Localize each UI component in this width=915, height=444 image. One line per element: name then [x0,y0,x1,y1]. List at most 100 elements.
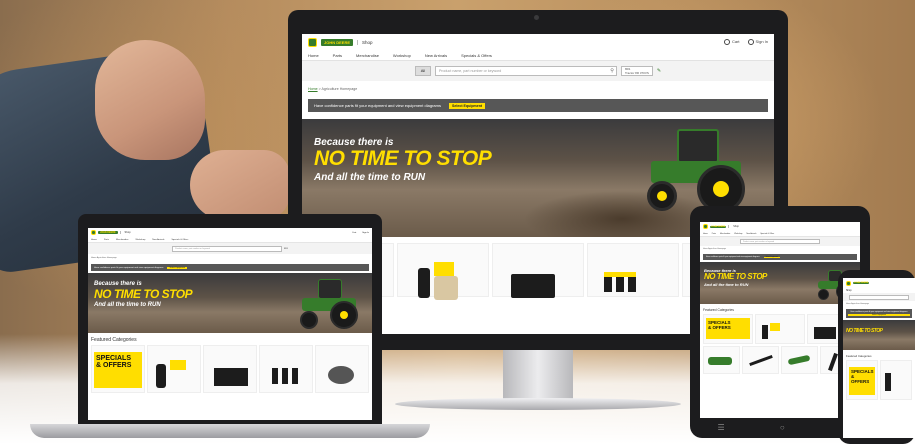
specials-category-card[interactable]: SPECIALS & OFFERS [91,345,145,393]
laptop: JOHN DEERE Shop Cart Sign In Home Parts … [78,214,382,424]
deere-logo-icon[interactable] [703,224,708,229]
home-circle-icon[interactable]: ○ [780,423,785,432]
select-equipment-button[interactable]: Select Equipment [448,102,486,109]
breadcrumb-current: Agriculture Homepage [96,257,117,259]
equipment-selector[interactable]: 8R1 Tractor 8R 370VS [620,66,653,76]
deere-logo-icon[interactable] [91,230,96,235]
search-bar: Product name, part number or keyword 8R1 [88,243,372,254]
website-phone: JOHN DEERE Shop Home Agriculture Homepag… [843,278,915,438]
brand-logo-text[interactable]: JOHN DEERE [321,38,354,46]
category-card[interactable] [315,345,369,393]
featured-categories-row: SPECIALS & OFFERS [88,345,372,393]
nav-item-workshop[interactable]: Workshop [734,233,742,235]
search-input[interactable]: Product name, part number or keyword [740,239,820,244]
nav-item-workshop[interactable]: Workshop [393,53,411,58]
menu-icon[interactable]: ☰ [718,423,725,432]
search-input[interactable]: Product name, part number or keyword ⚲ [434,66,617,76]
specials-tile: SPECIALS & OFFERS [706,318,750,339]
category-card[interactable] [742,346,779,374]
cart-icon [723,39,730,45]
nav-item-merchandise[interactable]: Merchandise [720,233,730,235]
category-card[interactable] [203,345,257,393]
equipment-model: Tractor 8R 370VS [624,70,649,75]
nav-item-parts[interactable]: Parts [712,233,716,235]
main-nav: Home Parts Merchandise Workshop New Arri… [302,50,774,61]
hero-banner[interactable]: Because there is NO TIME TO STOP And all… [88,273,372,333]
brand-logo-text[interactable]: JOHN DEERE [98,231,118,234]
breadcrumb-home[interactable]: Home [91,257,96,259]
select-equipment-button[interactable]: Select Equipment [763,256,781,258]
deere-logo-icon[interactable] [308,37,317,47]
nav-item-merchandise[interactable]: Merchandise [356,53,379,58]
breadcrumb-home[interactable]: Home [308,87,318,91]
category-card[interactable] [781,346,818,374]
nav-item-merchandise[interactable]: Merchandise [116,239,129,241]
nav-item-home[interactable]: Home [91,239,97,241]
hero-banner[interactable]: NO TIME TO STOP [843,320,915,350]
hero-line-3: And all the time to RUN [314,172,426,183]
nav-item-new-arrivals[interactable]: New Arrivals [746,233,756,235]
nav-item-workshop[interactable]: Workshop [135,239,145,241]
cart-label[interactable]: Cart [352,232,356,234]
monitor-stand [503,350,573,400]
category-card[interactable] [259,345,313,393]
specials-text-2: & OFFERS [708,324,731,330]
nav-item-specials[interactable]: Specials & Offers [760,233,774,235]
specials-tile: SPECIALS & OFFERS [849,367,875,395]
category-card[interactable] [755,314,805,344]
site-header: JOHN DEERE Shop Cart Sign In [302,34,774,50]
breadcrumb-current: Agriculture Homepage [851,303,870,305]
specials-category-card[interactable]: SPECIALS & OFFERS [703,314,753,344]
featured-heading: Featured Categories [91,337,137,343]
brand-logo-text[interactable]: JOHN DEERE [853,282,870,284]
nav-item-specials[interactable]: Specials & Offers [461,53,492,58]
category-card[interactable] [492,243,584,298]
laptop-screen: JOHN DEERE Shop Cart Sign In Home Parts … [88,228,372,420]
shop-label: Shop [357,39,373,45]
select-equipment-button[interactable]: Select Equipment [167,266,188,269]
pencil-icon[interactable]: ✎ [657,68,661,74]
nav-item-home[interactable]: Home [308,53,319,58]
signin-link[interactable]: Sign In [747,39,768,45]
category-card[interactable] [397,243,489,300]
nav-item-home[interactable]: Home [703,233,708,235]
category-card[interactable] [147,345,201,393]
search-bar: Product name, part number or keyword [700,237,860,246]
search-input[interactable]: Product name, part number or keyword [172,245,283,252]
user-icon [747,39,754,45]
site-header: JOHN DEERE [843,278,915,288]
nav-item-new-arrivals[interactable]: New Arrivals [425,53,447,58]
specials-category-card[interactable]: SPECIALS & OFFERS [846,360,878,400]
tablet-screen: JOHN DEERE Shop Home Parts Merchandise W… [700,222,860,418]
featured-heading: Featured Categories [846,354,872,358]
search-icon[interactable]: ⚲ [610,68,614,74]
category-card[interactable] [880,360,912,400]
signin-label[interactable]: Sign In [362,232,369,234]
deere-logo-icon[interactable] [846,280,851,286]
nav-item-new-arrivals[interactable]: New Arrivals [152,239,164,241]
select-equipment-button[interactable]: Select Equipment [848,314,910,316]
specials-tile: SPECIALS & OFFERS [94,352,142,388]
person-hand-lower [190,150,290,220]
site-header: JOHN DEERE Shop Cart Sign In [88,228,372,237]
breadcrumb-separator: > [318,87,321,91]
brand-logo-text[interactable]: JOHN DEERE [710,225,727,228]
equipment-promo-banner: Have confidence parts fit your equipment… [846,309,912,318]
hero-line-2: NO TIME TO STOP [94,287,193,301]
nav-item-specials[interactable]: Specials & Offers [171,239,188,241]
promo-text: Have confidence parts fit your equipment… [94,266,164,269]
nav-item-parts[interactable]: Parts [104,239,109,241]
search-placeholder: Product name, part number or keyword [438,69,502,73]
category-card[interactable] [587,243,679,297]
search-input[interactable] [849,294,909,300]
hero-banner[interactable]: Because there is NO TIME TO STOP And all… [700,262,860,304]
breadcrumb: Home Agriculture Homepage [88,254,372,262]
equipment-code[interactable]: 8R1 [284,248,288,250]
category-card[interactable] [703,346,740,374]
shop-label: Shop [119,231,131,234]
cart-link[interactable]: Cart [723,39,740,45]
search-category-select[interactable]: All [414,66,431,76]
nav-item-parts[interactable]: Parts [333,53,342,58]
equipment-promo-banner: Have confidence parts fit your equipment… [91,264,369,271]
breadcrumb: Home Agriculture Homepage [700,246,860,252]
